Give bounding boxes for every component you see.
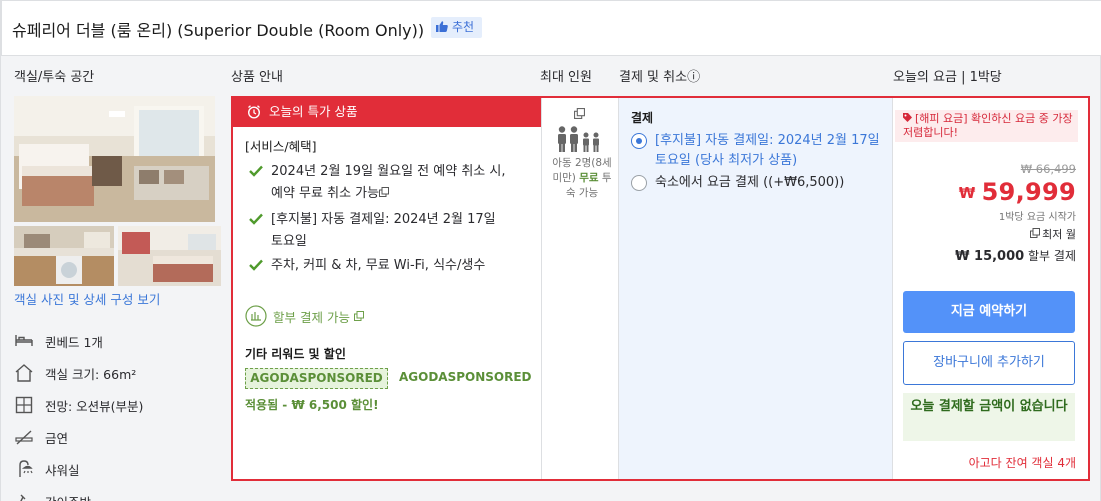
- external-link-icon: [353, 311, 364, 321]
- col-today-rate: 오늘의 요금 | 1박당: [893, 70, 1002, 85]
- feature-shower: 샤워실: [14, 458, 80, 480]
- occupancy-note: 아동 2명(8세 미만) 무료 투숙 가능: [549, 156, 615, 201]
- occupancy-free: 무료: [579, 172, 599, 184]
- no-smoking-icon: [15, 430, 33, 445]
- payment-title: 결제: [631, 111, 654, 125]
- col-room-space: 객실/투숙 공간: [14, 70, 95, 85]
- services-title: [서비스/혜택]: [245, 139, 317, 154]
- feature-shower-label: 샤워실: [45, 462, 80, 478]
- column-divider: [541, 98, 542, 479]
- installment-payment: ₩ 15,000 할부 결제: [955, 247, 1076, 264]
- bed-icon: [15, 335, 33, 346]
- feature-size: 객실 크기: 66m²: [14, 362, 136, 384]
- room-title-bar: 슈페리어 더블 (룸 온리) (Superior Double (Room On…: [1, 0, 1101, 56]
- per-night-label: 1박당 요금 시작가: [998, 212, 1076, 223]
- feature-kitchen: 간이주방: [14, 490, 91, 501]
- alarm-clock-icon: [247, 105, 261, 119]
- happy-rate-notice: [해피 요금] 확인하신 요금 중 가장 저렴합니다!: [895, 110, 1078, 142]
- installment-available[interactable]: 할부 결제 가능: [245, 304, 364, 328]
- kitchen-icon: [20, 494, 26, 501]
- room-photo-bedroom-image: [118, 226, 221, 286]
- shower-icon: [19, 460, 33, 477]
- payment-option-pay-later[interactable]: [후지불] 자동 결제일: 2024년 2월 17일 토요일 (당사 최저가 상…: [655, 131, 885, 171]
- check-icon: [249, 213, 263, 225]
- col-product-info: 상품 안내: [231, 70, 283, 85]
- room-photo-bedroom[interactable]: [118, 226, 221, 286]
- no-payment-today: 오늘 결제할 금액이 없습니다: [903, 393, 1075, 441]
- tag-icon: [903, 113, 912, 122]
- lowest-monthly[interactable]: 최저 월: [1030, 226, 1076, 242]
- deal-banner: 오늘의 특가 상품: [233, 98, 541, 126]
- installment-icon: [245, 305, 267, 327]
- original-price: ₩ 66,499: [1020, 162, 1076, 176]
- external-link-icon: [1030, 228, 1041, 238]
- column-divider: [618, 98, 619, 479]
- coupon-code: AGODASPONSORED: [399, 370, 532, 384]
- currency-symbol: ₩: [958, 184, 976, 202]
- external-link-icon[interactable]: [379, 187, 390, 197]
- recommend-badge[interactable]: 추천: [431, 17, 483, 38]
- deal-banner-label: 오늘의 특가 상품: [269, 104, 358, 119]
- happy-rate-label: [해피 요금] 확인하신 요금 중 가장 저렴합니다!: [903, 112, 1073, 139]
- benefit-pay-later-label: [후지불] 자동 결제일: 2024년 2월 17일 토요일: [271, 212, 496, 249]
- feature-view-label: 전망: 오션뷰(부분): [45, 398, 144, 414]
- installment-payment-label: 할부 결제: [1028, 249, 1076, 263]
- external-link-icon[interactable]: [574, 108, 585, 119]
- benefit-free-cancel: 2024년 2월 19일 월요일 전 예약 취소 시, 예약 무료 취소 가능: [249, 161, 509, 205]
- rooms-left: 아고다 잔여 객실 4개: [968, 456, 1076, 470]
- rewards-title: 기타 리워드 및 할인: [245, 347, 346, 361]
- payment-option-pay-at-hotel[interactable]: 숙소에서 요금 결제 ((+₩6,500)): [655, 173, 890, 193]
- lowest-monthly-label: 최저 월: [1042, 228, 1076, 241]
- current-price-value: 59,999: [981, 178, 1076, 206]
- payment-column: 결제 [후지불] 자동 결제일: 2024년 2월 17일 토요일 (당사 최저…: [619, 98, 892, 479]
- room-photos-link[interactable]: 객실 사진 및 상세 구성 보기: [14, 289, 160, 308]
- recommend-label: 추천: [452, 20, 475, 34]
- benefit-amenities-label: 주차, 커피 & 차, 무료 Wi-Fi, 식수/생수: [271, 258, 486, 273]
- room-photo-kitchen[interactable]: [14, 226, 114, 286]
- feature-size-label: 객실 크기: 66m²: [45, 366, 137, 382]
- window-view-icon: [15, 396, 33, 414]
- payment-option-pay-later-radio[interactable]: [631, 133, 647, 149]
- room-photo-main-image: [14, 96, 215, 222]
- feature-smoking: 금연: [14, 426, 68, 448]
- feature-smoking-label: 금연: [45, 430, 69, 446]
- feature-bed: 퀸베드 1개: [14, 330, 103, 352]
- col-max-occupancy: 최대 인원: [540, 70, 592, 85]
- price-column: [해피 요금] 확인하신 요금 중 가장 저렴합니다! ₩ 66,499 ₩59…: [893, 98, 1088, 479]
- people-icon: [558, 126, 599, 152]
- feature-kitchen-label: 간이주방: [45, 492, 91, 501]
- thumbs-up-icon: [436, 21, 448, 32]
- house-size-icon: [15, 364, 33, 382]
- installment-amount: ₩ 15,000: [955, 249, 1025, 264]
- current-price: ₩59,999: [959, 178, 1076, 206]
- room-photo-kitchen-image: [14, 226, 114, 286]
- book-now-button[interactable]: 지금 예약하기: [903, 291, 1075, 333]
- add-to-cart-button[interactable]: 장바구니에 추가하기: [903, 341, 1075, 385]
- benefit-amenities: 주차, 커피 & 차, 무료 Wi-Fi, 식수/생수: [249, 255, 509, 277]
- payment-option-pay-at-hotel-radio[interactable]: [631, 175, 647, 191]
- banner-divider: [233, 126, 541, 127]
- discount-applied: 적용됨 - ₩ 6,500 할인!: [245, 398, 379, 412]
- installment-label: 할부 결제 가능: [273, 309, 350, 325]
- room-title: 슈페리어 더블 (룸 온리) (Superior Double (Room On…: [12, 21, 425, 40]
- room-photo-main[interactable]: [14, 96, 215, 222]
- room-card: 슈페리어 더블 (룸 온리) (Superior Double (Room On…: [0, 0, 1101, 501]
- rate-box: 오늘의 특가 상품 [서비스/혜택] 2024년 2월 19일 월요일 전 예약…: [231, 96, 1090, 481]
- check-icon: [249, 259, 263, 271]
- occupancy-column: 아동 2명(8세 미만) 무료 투숙 가능: [543, 98, 619, 479]
- coupon-badge: AGODASPONSORED: [245, 368, 388, 389]
- feature-bed-label: 퀸베드 1개: [45, 334, 103, 350]
- check-icon: [249, 165, 263, 177]
- feature-view: 전망: 오션뷰(부분): [14, 394, 143, 416]
- benefit-pay-later: [후지불] 자동 결제일: 2024년 2월 17일 토요일: [249, 209, 509, 253]
- col-payment-cancel[interactable]: 결제 및 취소ⓘ: [619, 66, 700, 85]
